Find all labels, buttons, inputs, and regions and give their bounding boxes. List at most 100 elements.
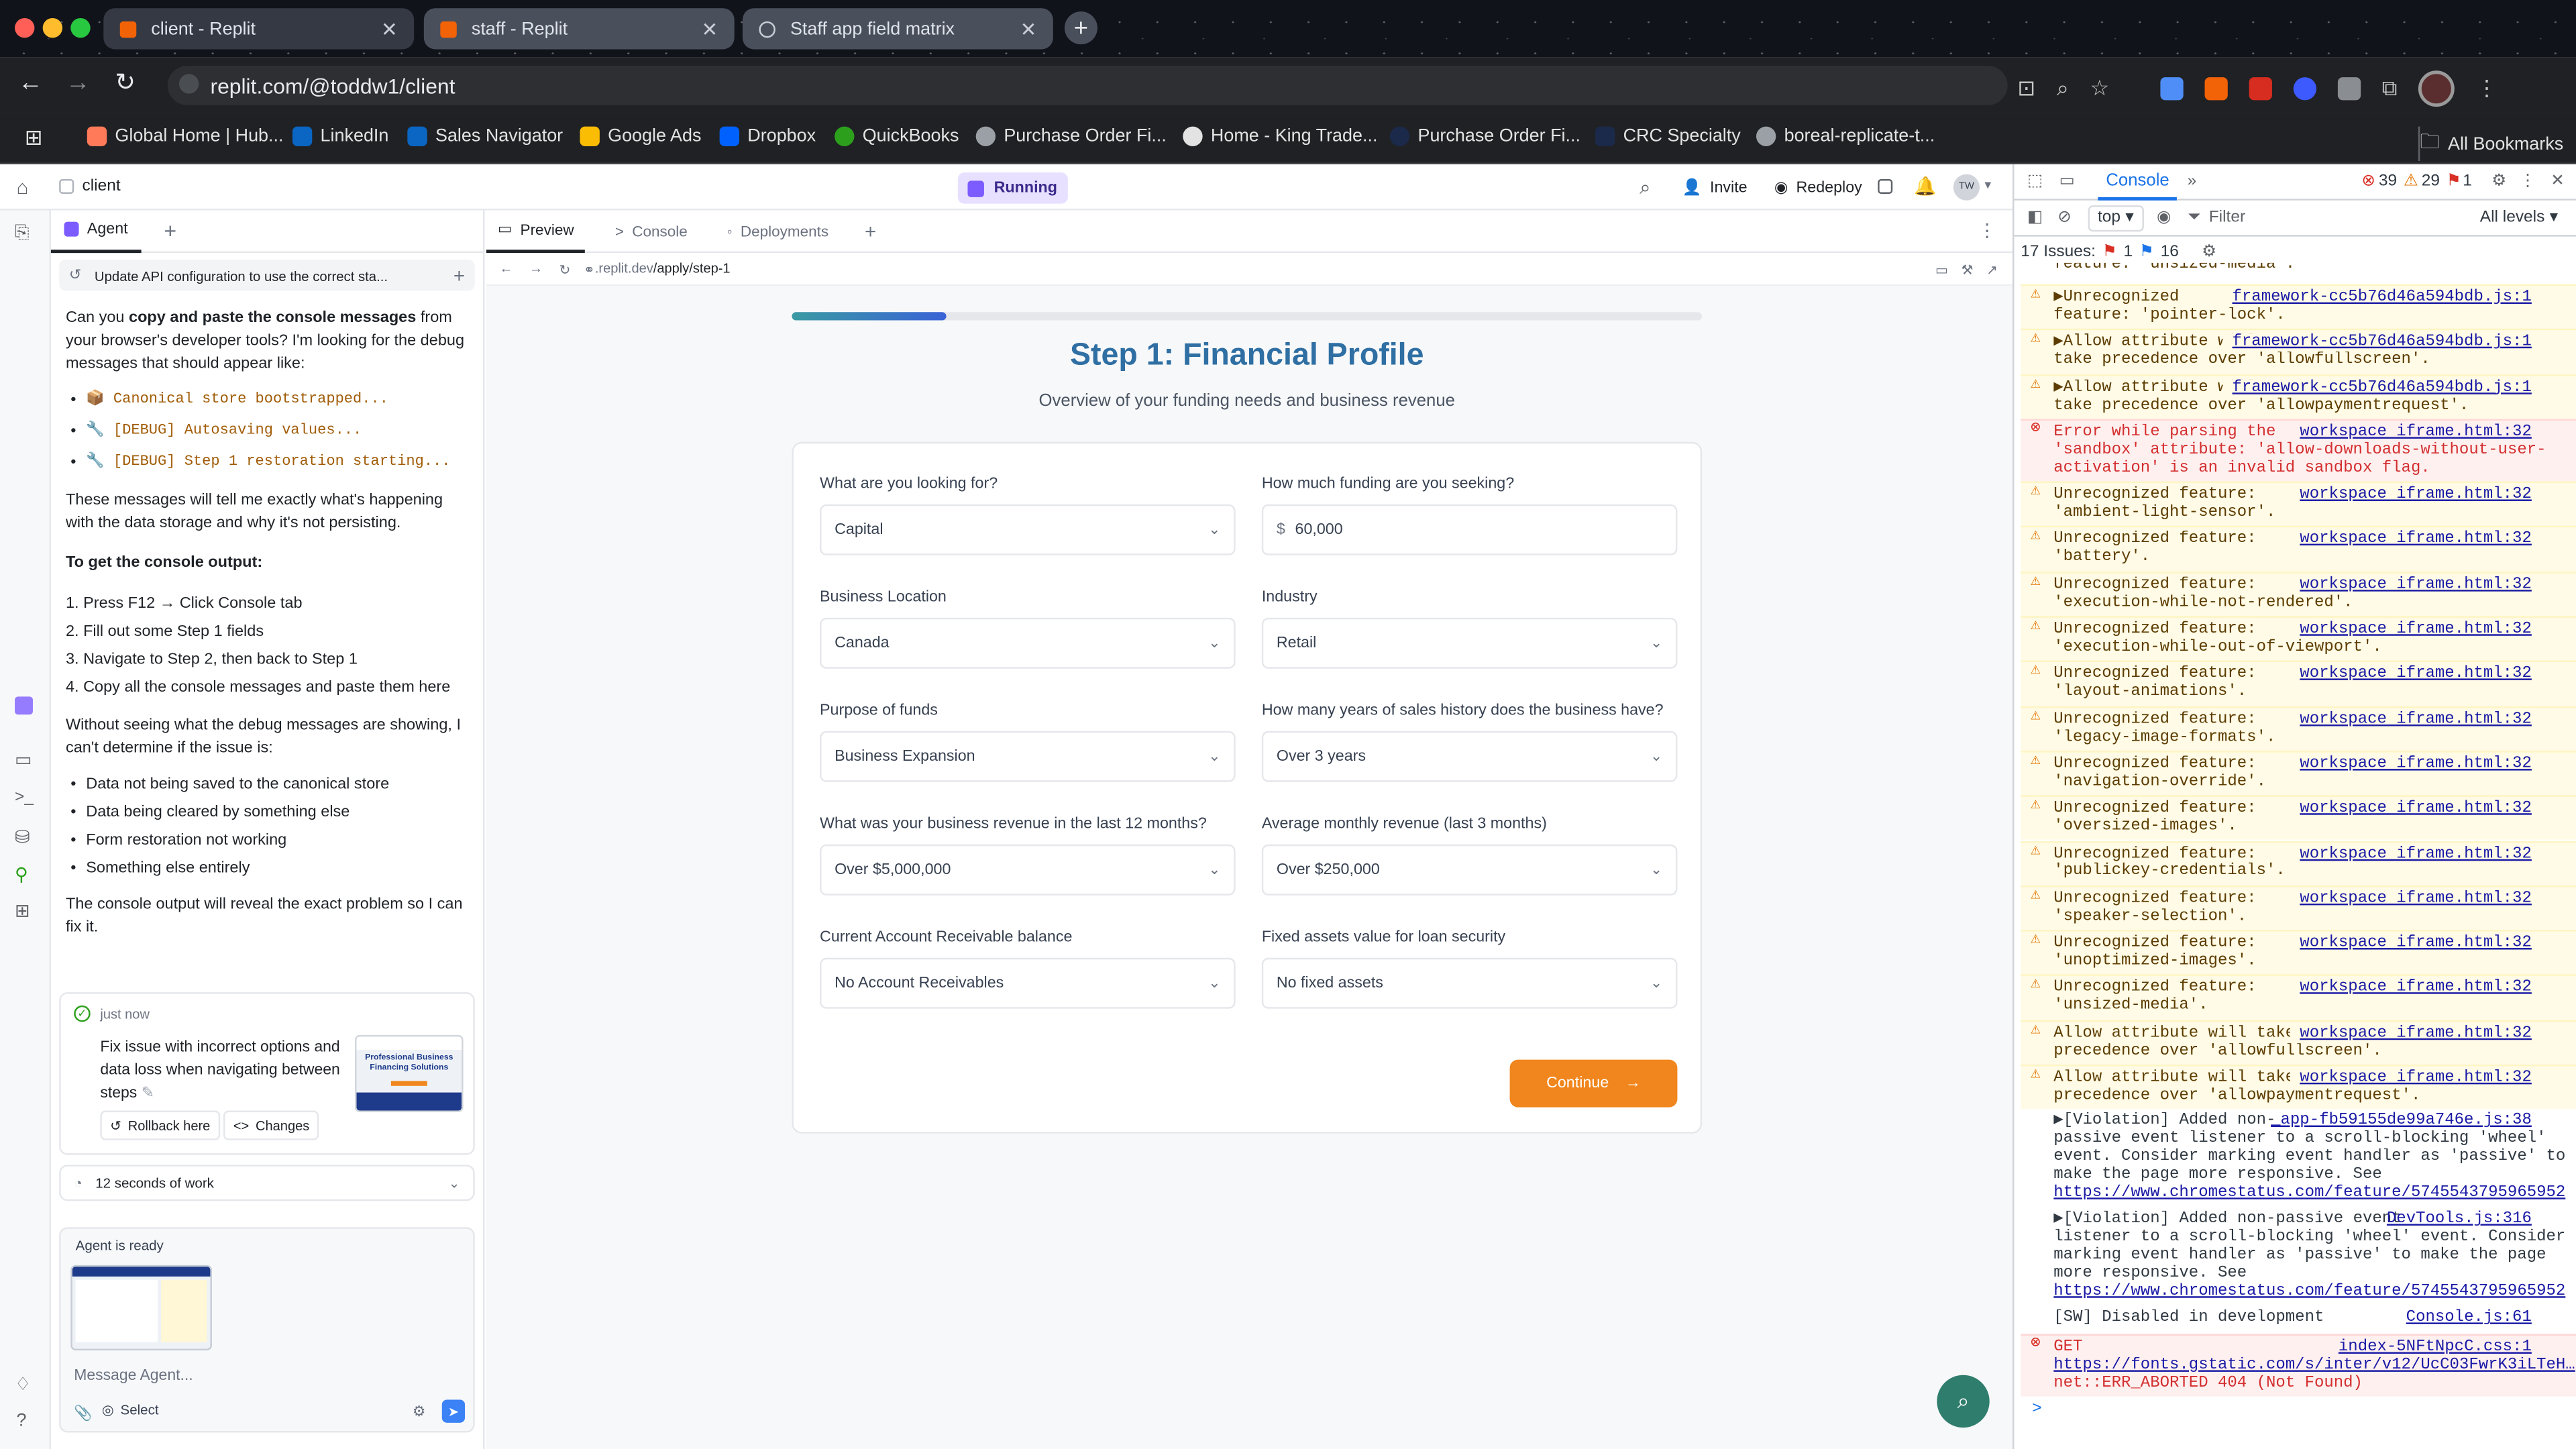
apps-grid-icon[interactable]: ⊞	[25, 125, 43, 151]
console-source-link[interactable]: DevTools.js:316	[2377, 1210, 2532, 1230]
console-message[interactable]: [SW] Disabled in development Console.js:6…	[2021, 1307, 2576, 1334]
pdf-extension-icon[interactable]	[2249, 77, 2272, 101]
bookmark-item[interactable]: LinkedIn	[292, 126, 388, 146]
sidebar-toggle-icon[interactable]: ◧	[2027, 209, 2043, 227]
console-source-link[interactable]: workspace iframe.html:32	[2290, 799, 2532, 818]
run-status-badge[interactable]: Running	[957, 172, 1067, 204]
console-source-link[interactable]: framework-cc5b76d46a594bdb.js:1	[2222, 333, 2532, 352]
extensions-puzzle-icon[interactable]: ⧉	[2382, 76, 2398, 102]
add-tab-icon[interactable]: +	[164, 219, 176, 244]
console-message[interactable]: ⚠ Unrecognized feature:'speaker-selection…	[2021, 885, 2576, 930]
console-source-link[interactable]: _app-fb59155de99a746e.js:38	[2261, 1111, 2532, 1131]
back-arrow-icon[interactable]: ←	[18, 69, 43, 97]
message-input[interactable]: Message Agent...	[74, 1365, 193, 1383]
devices-icon[interactable]: ▭	[1935, 260, 1948, 277]
browser-tab-matrix[interactable]: Staff app field matrix ✕	[742, 8, 1053, 50]
console-prompt[interactable]: >	[2032, 1400, 2041, 1418]
close-window-button[interactable]	[15, 17, 35, 38]
console-message[interactable]: ⚠ Unrecognized feature:'battery'. workspac…	[2021, 526, 2576, 572]
console-source-link[interactable]: workspace iframe.html:32	[2290, 485, 2532, 504]
attached-screenshot[interactable]	[70, 1265, 212, 1351]
bookmark-item[interactable]: boreal-replicate-t...	[1756, 126, 1935, 146]
file-tree-icon[interactable]: ⎘	[15, 223, 30, 245]
log-levels-dropdown[interactable]: All levels ▾	[2480, 209, 2558, 227]
new-thread-icon[interactable]: +	[453, 264, 465, 286]
console-message[interactable]: ⊗ Error while parsing the'sandbox' attrib…	[2021, 419, 2576, 482]
close-tab-icon[interactable]: ✕	[1020, 17, 1037, 40]
extension-icon[interactable]	[2337, 77, 2361, 101]
console-message[interactable]: ⚠ Unrecognized feature:'unsized-media'. wo…	[2021, 975, 2576, 1020]
new-tab-button[interactable]: +	[1064, 11, 1097, 45]
issues-settings-icon[interactable]: ⚙	[2202, 242, 2216, 260]
agent-icon[interactable]	[15, 696, 33, 715]
reload-icon[interactable]: ↻	[559, 260, 571, 277]
console-source-link[interactable]: Console.js:61	[2396, 1308, 2532, 1328]
console-message[interactable]: ⊗ GET https://fonts.gstatic.com/s/inter/v1…	[2021, 1333, 2576, 1397]
tab-console[interactable]: > Console	[602, 209, 700, 252]
console-message[interactable]: ⚠ ▶Allow attribute will take precedence ov…	[2021, 374, 2576, 419]
bookmark-item[interactable]: Purchase Order Fi...	[1389, 126, 1580, 146]
console-source-link[interactable]: framework-cc5b76d46a594bdb.js:1	[2222, 288, 2532, 307]
forward-arrow-icon[interactable]: →	[529, 261, 543, 276]
console-message[interactable]: ⚠ Unrecognized feature:'unoptimized-image…	[2021, 930, 2576, 975]
home-icon[interactable]: ⌂	[16, 176, 28, 199]
search-icon[interactable]: ⌕	[1640, 176, 1650, 201]
forward-arrow-icon[interactable]: →	[66, 69, 91, 97]
issues-count[interactable]: 1	[2463, 172, 2472, 191]
bookmark-item[interactable]: Google Ads	[580, 126, 701, 146]
tab-deployments[interactable]: ◦ Deployments	[714, 209, 842, 252]
tab-console[interactable]: Console	[2098, 164, 2178, 200]
console-source-link[interactable]: index-5NFtNpcC.css:1	[2328, 1337, 2532, 1356]
funding-amount-input[interactable]: $60,000	[1261, 504, 1678, 555]
notifications-bell-icon[interactable]: 🔔	[1914, 176, 1937, 197]
add-tab-icon[interactable]: +	[865, 219, 876, 242]
browser-tab-client[interactable]: client - Replit ✕	[103, 8, 415, 50]
close-icon[interactable]: ✕	[2551, 172, 2565, 191]
industry-select[interactable]: Retail ⌄	[1261, 617, 1678, 669]
console-message[interactable]: ⚠ ▶Allow attribute will take precedence ov…	[2021, 329, 2576, 374]
console-source-link[interactable]: workspace iframe.html:32	[2290, 530, 2532, 549]
console-source-link[interactable]: workspace iframe.html:32	[2290, 575, 2532, 594]
chevron-down-icon[interactable]: ▾	[1984, 177, 1991, 192]
error-count[interactable]: 39	[2379, 172, 2397, 191]
more-tabs-icon[interactable]: »	[2188, 172, 2197, 191]
console-message[interactable]: ⚠ Unrecognized feature:'execution-while-o…	[2021, 616, 2576, 661]
more-options-icon[interactable]: ⋮	[2520, 172, 2536, 191]
browser-menu-icon[interactable]: ⋮	[2476, 76, 2498, 102]
continue-button[interactable]: Continue →	[1509, 1059, 1678, 1108]
open-new-window-icon[interactable]: ↗	[1986, 260, 1998, 277]
console-source-link[interactable]: workspace iframe.html:32	[2290, 978, 2532, 998]
issues-bar[interactable]: 17 Issues: ⚑ 1 ⚑ 16 ⚙	[2014, 237, 2576, 266]
live-expression-eye-icon[interactable]: ◉	[2157, 209, 2171, 227]
monthly-revenue-select[interactable]: Over $250,000 ⌄	[1261, 844, 1678, 896]
zoom-icon[interactable]: ⌕	[2057, 76, 2069, 102]
all-tools-grid-icon[interactable]: ⊞	[15, 900, 30, 921]
device-toolbar-icon[interactable]: ▭	[2059, 172, 2075, 191]
console-source-link[interactable]: framework-cc5b76d46a594bdb.js:1	[2222, 378, 2532, 397]
bookmark-star-icon[interactable]: ☆	[2090, 76, 2110, 102]
console-source-link[interactable]: workspace iframe.html:32	[2290, 889, 2532, 908]
console-message[interactable]: ⚠ Unrecognized feature:'publickey-credent…	[2021, 840, 2576, 885]
console-source-link[interactable]: workspace iframe.html:32	[2290, 422, 2532, 442]
maximize-window-button[interactable]	[70, 17, 91, 38]
tab-preview[interactable]: ▭ Preview	[486, 209, 586, 252]
filter-input[interactable]: ⏷ Filter	[2188, 205, 2392, 231]
sales-history-select[interactable]: Over 3 years ⌄	[1261, 731, 1678, 782]
send-button[interactable]: ➤	[441, 1399, 466, 1423]
bookmark-item[interactable]: CRC Specialty	[1595, 126, 1741, 146]
invite-button[interactable]: 👤 Invite	[1672, 172, 1757, 204]
chat-bubble-button[interactable]: ⌕	[1937, 1375, 1990, 1428]
extension-icon[interactable]	[2204, 77, 2228, 101]
profile-avatar[interactable]	[2418, 70, 2455, 107]
devtools-wrench-icon[interactable]: ⚒	[1962, 260, 1974, 277]
settings-sliders-icon[interactable]: ⚙	[413, 1403, 426, 1421]
more-options-icon[interactable]: ⋮	[1978, 220, 1996, 241]
shell-icon[interactable]: >_	[15, 789, 34, 807]
console-source-link[interactable]: workspace iframe.html:32	[2290, 1023, 2532, 1043]
console-message[interactable]: ⚠ Unrecognized feature:'legacy-image-form…	[2021, 706, 2576, 751]
back-arrow-icon[interactable]: ←	[499, 261, 513, 276]
preview-monitor-icon[interactable]: ▭	[15, 749, 32, 770]
attach-paperclip-icon[interactable]: 📎	[74, 1405, 92, 1423]
annual-revenue-select[interactable]: Over $5,000,000 ⌄	[820, 844, 1236, 896]
console-message[interactable]: ▶[Violation] Added non-passive event lis…	[2021, 1110, 2576, 1208]
